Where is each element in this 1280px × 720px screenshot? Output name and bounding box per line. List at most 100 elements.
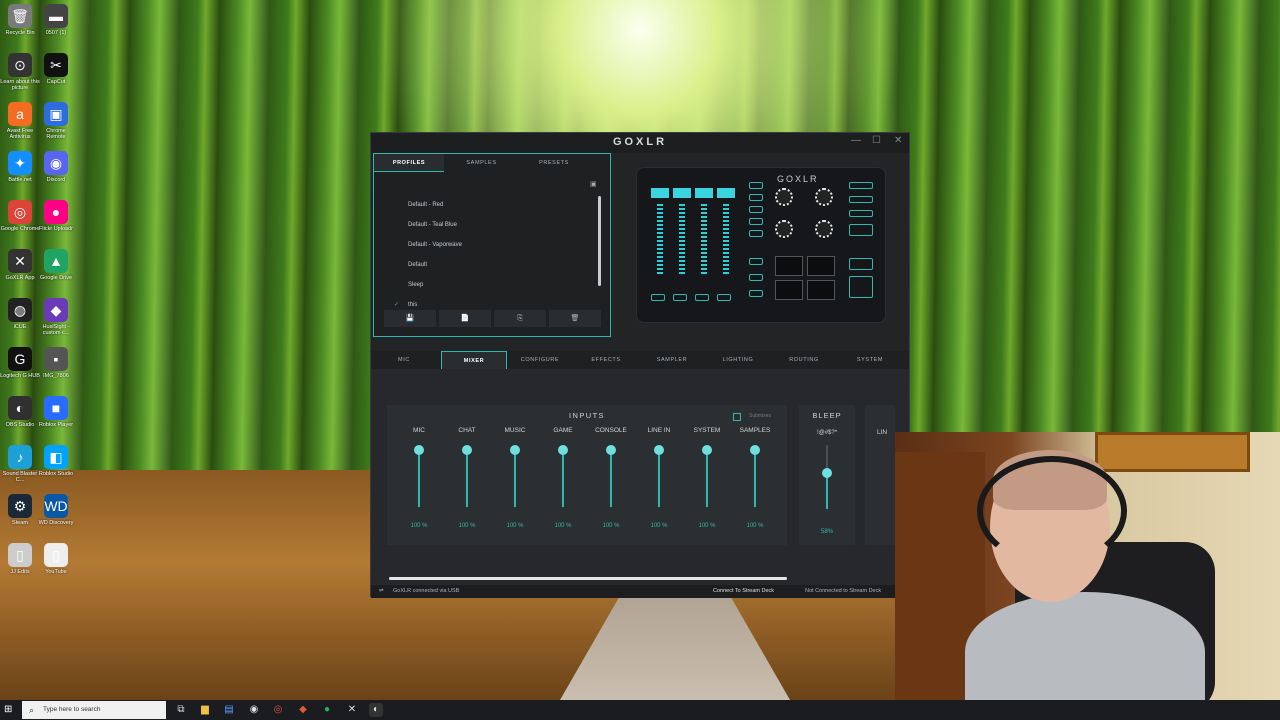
desktop-app-icon: ◍ [8,298,32,322]
desktop-app-icon: ▪ [44,347,68,371]
device-fader [657,204,663,274]
desktop-icon[interactable]: ● Flickr Uploadr [36,200,76,232]
taskbar: ⊞ ⌕ Type here to search ⧉ ▆ ▤ ◉ ◎ ◆ ● ✕ … [0,700,1280,720]
channel-slider-fill [418,450,420,507]
desktop-icon[interactable]: ◉ Discord [36,151,76,183]
lcd-screen [673,188,691,198]
task-view-icon[interactable]: ⧉ [174,703,188,717]
desktop-icon[interactable]: ◆ HuslSight - custom c... [36,298,76,336]
tab-system[interactable]: SYSTEM [837,351,903,369]
save-profile-button[interactable]: 💾 [384,310,436,327]
tab-sampler[interactable]: SAMPLER [639,351,705,369]
windows-start-icon[interactable]: ⊞ [4,704,16,716]
desktop-icon[interactable]: ▯ YouTube [36,543,76,575]
desktop-icon[interactable]: ▬ 0507 (1) [36,4,76,36]
minimize-icon[interactable]: — [851,135,861,146]
desktop-icon[interactable]: ■ Roblox Player [36,396,76,428]
channel-strip: MUSIC 100 % [495,427,535,537]
title-bar[interactable]: GOXLR — ☐ ✕ [371,133,909,153]
channel-name: MUSIC [504,427,526,434]
desktop-app-icon: ♪ [8,445,32,469]
tab-configure[interactable]: CONFIGURE [507,351,573,369]
desktop-icon-label: JJ Edits [10,569,30,575]
close-icon[interactable]: ✕ [894,135,902,146]
tab-profiles[interactable]: PROFILES [374,154,444,172]
channel-slider-handle[interactable] [558,445,568,455]
desktop-icon[interactable]: G Logitech G HUB [0,347,40,379]
tab-routing[interactable]: ROUTING [771,351,837,369]
channel-slider-handle[interactable] [702,445,712,455]
profile-item[interactable]: Default [408,262,427,268]
spotify-icon[interactable]: ● [320,703,334,717]
steam-icon[interactable]: ◉ [247,703,261,717]
desktop-app-icon: ✦ [8,151,32,175]
device-button [749,194,763,201]
file-explorer-icon[interactable]: ▆ [198,703,212,717]
submixes-checkbox[interactable] [733,413,741,421]
device-logo: GOXLR [777,174,819,184]
store-icon[interactable]: ▤ [222,703,236,717]
desktop-icon[interactable]: ◐ OBS Studio [0,396,40,428]
channel-slider-handle[interactable] [606,445,616,455]
bleep-value: 58% [820,529,833,535]
channel-slider-handle[interactable] [414,445,424,455]
desktop-icon[interactable]: ♪ Sound Blaster C... [0,445,40,483]
webcam-person-shirt [965,592,1205,700]
folder-icon[interactable]: ▣ [590,180,597,188]
status-bar: ⇌ GoXLR connected via USB Connect To Str… [371,585,909,598]
copy-profile-button[interactable]: ⎘ [494,310,546,327]
tab-samples[interactable]: SAMPLES [444,154,519,172]
profile-item[interactable]: Default - Red [408,202,443,208]
tab-lighting[interactable]: LIGHTING [705,351,771,369]
profile-item[interactable]: Default - Vaporwave [408,242,462,248]
channel-value: 100 % [554,523,572,529]
profile-item[interactable]: Default - Teal Blue [408,222,457,228]
desktop-icon[interactable]: ⚙ Steam [0,494,40,526]
profile-scrollbar[interactable] [598,196,601,286]
desktop-icon[interactable]: ⊙ Learn about this picture [0,53,40,91]
desktop-icon[interactable]: ✂ CapCut [36,53,76,85]
channel-name: CHAT [458,427,476,434]
device-button [749,218,763,225]
obs-icon[interactable]: ◐ [369,703,383,717]
desktop-icon[interactable]: ◎ Google Chrome [0,200,40,232]
tab-effects[interactable]: EFFECTS [573,351,639,369]
goxlr-icon[interactable]: ✕ [345,703,359,717]
profile-item-selected[interactable]: this [408,302,417,308]
desktop-icon[interactable]: ▲ Google Drive [36,249,76,281]
channel-name: MIC [413,427,425,434]
new-profile-button[interactable]: 📄 [439,310,491,327]
desktop-icon[interactable]: 🗑 Recycle Bin [0,4,40,36]
desktop-icon[interactable]: ▯ JJ Edits [0,543,40,575]
desktop-icon[interactable]: ▪ IMG_7806 [36,347,76,379]
maximize-icon[interactable]: ☐ [872,135,881,146]
bleep-slider-handle[interactable] [822,467,832,478]
desktop-icon[interactable]: ◧ Roblox Studio [36,445,76,477]
delete-profile-button[interactable]: 🗑 [549,310,601,327]
search-icon: ⌕ [29,705,35,715]
tab-mic[interactable]: MIC [371,351,437,369]
desktop-app-icon: a [8,102,32,126]
desktop-icon[interactable]: ✕ GoXLR App [0,249,40,281]
desktop-icon[interactable]: ◍ iCUE [0,298,40,330]
desktop-app-icon: ⚙ [8,494,32,518]
desktop-icon[interactable]: ▣ Chrome Remote [36,102,76,140]
channel-slider-handle[interactable] [750,445,760,455]
taskbar-search-input[interactable]: ⌕ Type here to search [22,701,166,719]
channel-slider-handle[interactable] [462,445,472,455]
tab-presets[interactable]: PRESETS [519,154,589,172]
device-knob [775,220,793,238]
chrome-icon[interactable]: ◎ [271,703,285,717]
tab-mixer[interactable]: MIXER [441,351,507,369]
channel-slider-handle[interactable] [510,445,520,455]
channel-slider-handle[interactable] [654,445,664,455]
desktop-icon[interactable]: a Avast Free Antivirus [0,102,40,140]
bleep-slider-fill [826,472,828,509]
profile-item[interactable]: Sleep [408,282,423,288]
app-icon[interactable]: ◆ [296,703,310,717]
desktop-icon[interactable]: ✦ Battle.net [0,151,40,183]
desktop-icon[interactable]: WD WD Discovery [36,494,76,526]
device-button [849,224,873,236]
connect-stream-deck-button[interactable]: Connect To Stream Deck [713,585,774,598]
mixer-horizontal-scrollbar[interactable] [389,577,787,580]
